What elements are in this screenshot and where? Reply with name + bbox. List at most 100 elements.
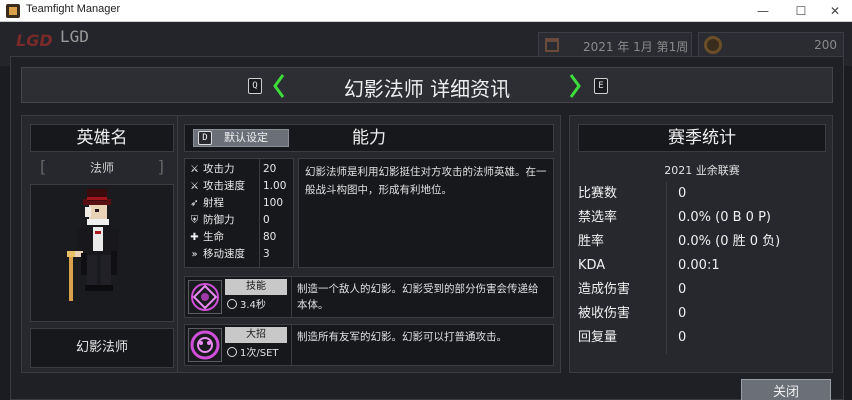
season-row-kda: KDA 0.00:1 <box>578 256 826 276</box>
stat-label: 防御力 <box>203 214 235 226</box>
skill-tag: 技能 <box>225 279 287 295</box>
gold-amount: 200 <box>814 38 837 52</box>
stat-row-defense: ⛨ 防御力 0 <box>185 212 293 229</box>
season-row-label: 造成伤害 <box>578 282 631 297</box>
ability-panel: 能力 D 默认设定 ⚔ 攻击力 20 ⚔ 攻击速度 1.00 ➶ 射程 100 <box>177 115 561 373</box>
window-title: Teamfight Manager <box>26 3 121 15</box>
skill-row: 技能 3.4秒 制造一个敌人的幻影。幻影受到的部分伤害会传递给本体。 <box>184 276 554 318</box>
hero-panel: 英雄名 [ 法师 ] 幻影法师 <box>21 115 181 373</box>
hero-role-label: 法师 <box>89 161 114 175</box>
stat-value: 100 <box>263 197 284 209</box>
season-row-value: 0 <box>678 282 687 297</box>
stat-value: 20 <box>263 163 277 175</box>
season-row-banpick: 禁选率 0.0% (0 B 0 P) <box>578 208 826 228</box>
range-icon: ➶ <box>190 198 199 209</box>
next-key-hint: E <box>594 78 608 94</box>
coin-icon <box>704 36 722 54</box>
team-name: LGD <box>60 27 89 46</box>
close-button[interactable]: 关闭 <box>741 379 831 400</box>
season-row-damage-taken: 被收伤害 0 <box>578 304 826 324</box>
date-display: 2021 年 1月 第1周 <box>538 32 692 58</box>
season-row-matches: 比赛数 0 <box>578 184 826 204</box>
ability-header-title: 能力 <box>352 128 386 148</box>
app-icon <box>6 4 20 18</box>
season-row-damage-dealt: 造成伤害 0 <box>578 280 826 300</box>
season-row-healing: 回复量 0 <box>578 328 826 348</box>
ultimate-cooldown-value: 1次/SET <box>240 348 279 359</box>
ultimate-row: 大招 1次/SET 制造所有友军的幻影。幻影可以打普通攻击。 <box>184 324 554 366</box>
season-row-value: 0.0% (0 B 0 P) <box>678 210 771 225</box>
skill-cooldown: 3.4秒 <box>225 299 287 313</box>
stat-value: 80 <box>263 231 277 243</box>
season-row-value: 0.00:1 <box>678 258 720 273</box>
season-row-value: 0 <box>678 330 687 345</box>
season-row-label: 胜率 <box>578 234 605 249</box>
move-speed-icon: » <box>191 249 198 260</box>
maximize-button[interactable]: ☐ <box>784 0 818 22</box>
date-text: 2021 年 1月 第1周 <box>583 40 689 54</box>
stat-label: 攻击力 <box>203 163 235 175</box>
health-icon: ✚ <box>190 232 199 243</box>
season-row-value: 0 <box>678 306 687 321</box>
team-logo: LGD <box>16 31 53 50</box>
hero-role: [ 法师 ] <box>30 158 174 178</box>
stat-label: 射程 <box>203 197 224 209</box>
season-row-value: 0 <box>678 186 687 201</box>
hero-description: 幻影法师是利用幻影挺住对方攻击的法师英雄。在一般战斗构图中，形成有利地位。 <box>298 158 554 268</box>
stat-row-health: ✚ 生命 80 <box>185 229 293 246</box>
ultimate-description: 制造所有友军的幻影。幻影可以打普通攻击。 <box>297 331 507 343</box>
stats-table: ⚔ 攻击力 20 ⚔ 攻击速度 1.00 ➶ 射程 100 ⛨ 防御力 0 ✚ <box>184 158 294 268</box>
stat-label: 移动速度 <box>203 248 245 260</box>
stat-row-attack: ⚔ 攻击力 20 <box>185 161 293 178</box>
season-row-label: 回复量 <box>578 330 618 345</box>
season-row-value: 0.0% (0 胜 0 负) <box>678 234 781 249</box>
hero-name: 幻影法师 <box>30 328 174 368</box>
modal-header: Q 幻影法师 详细资讯 E <box>21 67 833 103</box>
ultimate-icon <box>188 328 222 362</box>
season-row-label: KDA <box>578 258 606 273</box>
season-league: 2021 业余联赛 <box>664 164 740 177</box>
ultimate-divider <box>291 325 292 365</box>
close-window-button[interactable]: ✕ <box>818 0 852 22</box>
ability-header: 能力 D 默认设定 <box>184 124 554 152</box>
default-key-hint: D <box>198 131 212 145</box>
stat-value: 0 <box>263 214 270 226</box>
gold-display: 200 <box>698 32 844 58</box>
skill-icon <box>188 280 222 314</box>
stat-row-range: ➶ 射程 100 <box>185 195 293 212</box>
attack-speed-icon: ⚔ <box>190 181 199 192</box>
season-stats-panel: 赛季统计 2021 业余联赛 比赛数 0 禁选率 0.0% (0 B 0 P) … <box>569 115 833 373</box>
bracket-left: [ <box>40 157 47 176</box>
chevron-right-icon[interactable] <box>568 72 582 100</box>
stat-value: 3 <box>263 248 270 260</box>
skill-meta: 技能 3.4秒 <box>225 279 287 315</box>
phantom-mage-sprite <box>67 189 119 301</box>
cooldown-icon <box>227 299 237 309</box>
stat-row-move-speed: » 移动速度 3 <box>185 246 293 263</box>
season-row-label: 比赛数 <box>578 186 618 201</box>
ultimate-meta: 大招 1次/SET <box>225 327 287 363</box>
ultimate-cooldown: 1次/SET <box>225 347 287 361</box>
calendar-icon <box>545 38 559 52</box>
hero-header: 英雄名 <box>30 124 174 152</box>
stat-row-attack-speed: ⚔ 攻击速度 1.00 <box>185 178 293 195</box>
default-settings-label: 默认设定 <box>224 131 268 144</box>
skill-description: 制造一个敌人的幻影。幻影受到的部分伤害会传递给本体。 <box>297 283 539 311</box>
minimize-button[interactable]: — <box>746 0 780 22</box>
season-row-label: 禁选率 <box>578 210 618 225</box>
ultimate-tag: 大招 <box>225 327 287 343</box>
skill-divider <box>291 277 292 317</box>
skill-cooldown-value: 3.4秒 <box>240 300 266 311</box>
stat-value: 1.00 <box>263 180 287 192</box>
cooldown-icon <box>227 347 237 357</box>
season-row-winrate: 胜率 0.0% (0 胜 0 负) <box>578 232 826 252</box>
stat-label: 攻击速度 <box>203 180 245 192</box>
modal-title: 幻影法师 详细资讯 <box>343 77 511 101</box>
default-settings-button[interactable]: D 默认设定 <box>193 129 289 147</box>
season-header: 赛季统计 <box>578 124 826 152</box>
stat-label: 生命 <box>203 231 224 243</box>
window-titlebar: Teamfight Manager — ☐ ✕ <box>0 0 852 22</box>
defense-icon: ⛨ <box>190 215 199 226</box>
hero-portrait <box>30 184 174 322</box>
bracket-right: ] <box>157 157 164 176</box>
